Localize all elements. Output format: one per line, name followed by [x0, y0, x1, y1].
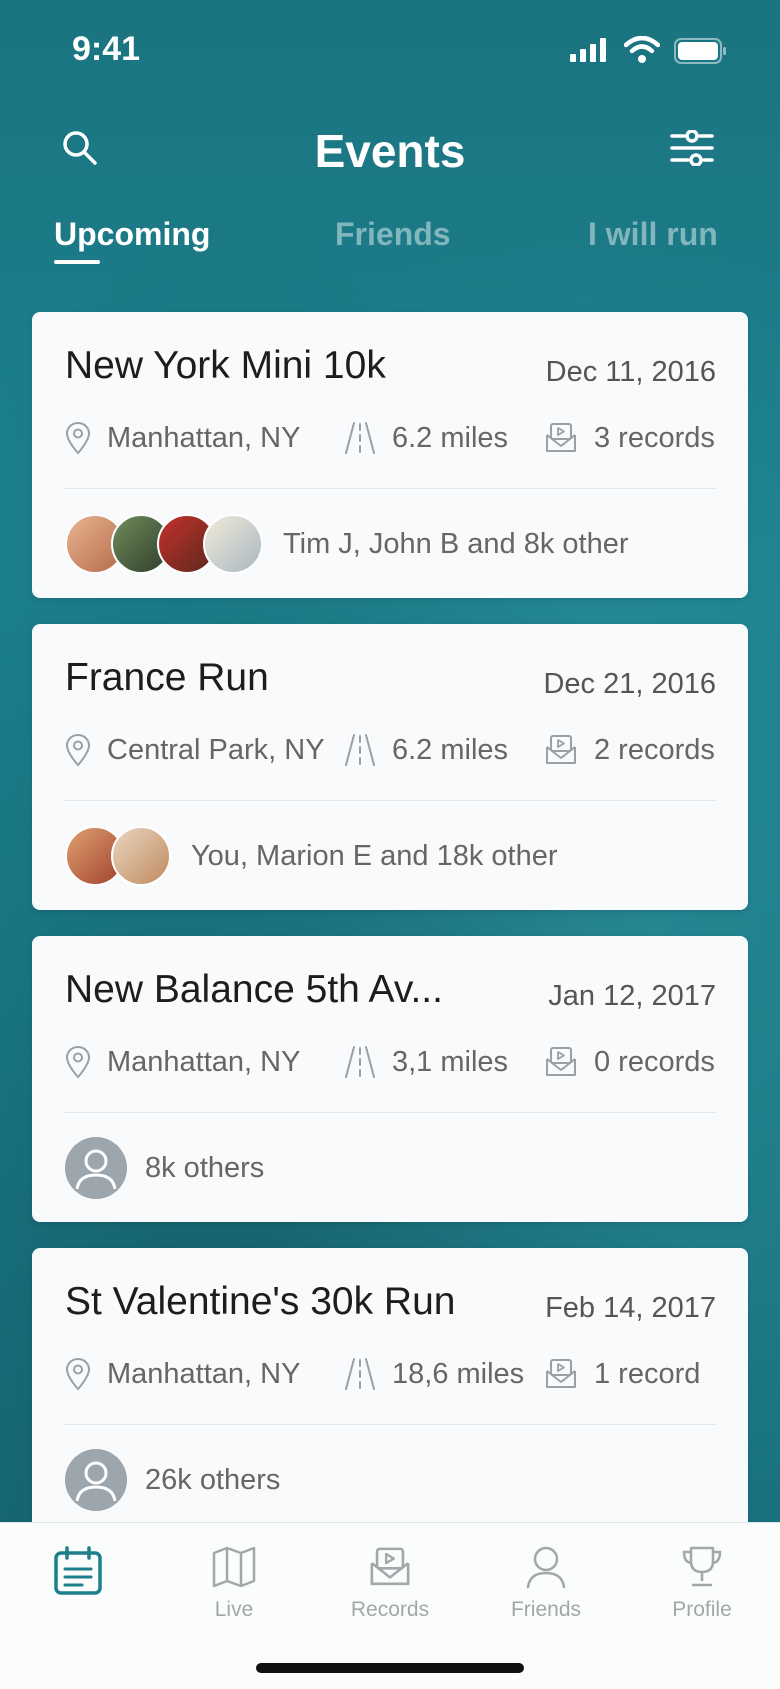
- divider: [65, 488, 716, 489]
- event-records: 3 records: [544, 416, 715, 460]
- event-name: France Run: [65, 656, 269, 699]
- person-icon: [526, 1546, 566, 1589]
- event-records: 1 record: [544, 1352, 700, 1396]
- records-icon: [546, 1047, 576, 1076]
- event-card[interactable]: New York Mini 10k Dec 11, 2016 Manhattan…: [32, 312, 748, 598]
- filter-button[interactable]: [662, 118, 722, 178]
- nav-header: Events: [0, 110, 780, 190]
- location-pin-icon: [66, 422, 90, 454]
- event-location: Manhattan, NY: [65, 416, 300, 460]
- event-card[interactable]: St Valentine's 30k Run Feb 14, 2017 Manh…: [32, 1248, 748, 1534]
- tabbar-label: Profile: [672, 1598, 732, 1621]
- event-location-text: Central Park, NY: [107, 733, 325, 766]
- road-icon: [345, 734, 375, 766]
- attendees-row[interactable]: Tim J, John B and 8k other: [65, 512, 628, 576]
- records-icon: [546, 423, 576, 452]
- cellular-signal-icon: [570, 38, 606, 62]
- divider: [65, 800, 716, 801]
- tabbar-label: Records: [350, 1598, 430, 1621]
- event-distance: 6.2 miles: [344, 416, 508, 460]
- attendees-text: 26k others: [145, 1463, 281, 1496]
- battery-icon: [674, 38, 726, 64]
- wifi-icon: [624, 36, 660, 63]
- event-location-text: Manhattan, NY: [107, 1045, 301, 1078]
- event-name: New York Mini 10k: [65, 344, 386, 387]
- filter-sliders-icon: [670, 130, 714, 166]
- event-location: Manhattan, NY: [65, 1352, 300, 1396]
- person-silhouette-icon: [75, 1461, 117, 1503]
- bottom-tab-bar: Live Records Friends Profile: [0, 1522, 780, 1689]
- segment-tabs: Upcoming Friends I will run: [0, 210, 780, 270]
- person-silhouette-icon: [75, 1149, 117, 1191]
- event-records: 2 records: [544, 728, 715, 772]
- avatar-placeholder: [65, 1137, 127, 1199]
- event-distance: 3,1 miles: [344, 1040, 508, 1084]
- home-indicator: [256, 1663, 524, 1673]
- attendees-text: 8k others: [145, 1151, 265, 1184]
- avatar-placeholder: [65, 1449, 127, 1511]
- event-distance-text: 18,6 miles: [392, 1357, 525, 1390]
- avatar: [203, 514, 263, 574]
- divider: [65, 1424, 716, 1425]
- tab-friends[interactable]: Friends: [335, 216, 451, 253]
- avatar: [111, 826, 171, 886]
- attendees-row[interactable]: You, Marion E and 18k other: [65, 824, 558, 888]
- event-records-text: 0 records: [594, 1045, 715, 1078]
- attendees-row[interactable]: 26k others: [65, 1448, 280, 1512]
- tabbar-label: Live: [214, 1598, 254, 1621]
- location-pin-icon: [66, 1046, 90, 1078]
- tabbar-item-friends[interactable]: Friends: [476, 1545, 616, 1622]
- records-icon: [546, 735, 576, 764]
- records-icon: [546, 1359, 576, 1388]
- active-tab-underline: [54, 260, 100, 264]
- event-card[interactable]: New Balance 5th Av... Jan 12, 2017 Manha…: [32, 936, 748, 1222]
- event-name: St Valentine's 30k Run: [65, 1280, 456, 1323]
- tabbar-item-profile[interactable]: Profile: [632, 1545, 772, 1622]
- road-icon: [345, 1358, 375, 1390]
- event-records-text: 3 records: [594, 421, 715, 454]
- road-icon: [345, 1046, 375, 1078]
- event-records-text: 1 record: [594, 1357, 701, 1390]
- tabbar-label: Friends: [510, 1598, 582, 1621]
- event-records-text: 2 records: [594, 733, 715, 766]
- event-location: Central Park, NY: [65, 728, 325, 772]
- event-distance-text: 6.2 miles: [392, 733, 509, 766]
- status-bar: 9:41: [0, 0, 780, 100]
- event-distance-text: 6.2 miles: [392, 421, 509, 454]
- event-date: Jan 12, 2017: [548, 980, 716, 1012]
- records-icon: [370, 1547, 410, 1586]
- event-distance: 6.2 miles: [344, 728, 508, 772]
- event-distance: 18,6 miles: [344, 1352, 524, 1396]
- calendar-icon: [54, 1546, 102, 1595]
- trophy-icon: [682, 1546, 722, 1587]
- divider: [65, 1112, 716, 1113]
- tabbar-item-live[interactable]: Live: [164, 1545, 304, 1622]
- attendees-row[interactable]: 8k others: [65, 1136, 264, 1200]
- tabbar-item-events[interactable]: [8, 1545, 148, 1606]
- event-name: New Balance 5th Av...: [65, 968, 443, 1011]
- event-date: Dec 21, 2016: [543, 668, 716, 700]
- event-distance-text: 3,1 miles: [392, 1045, 509, 1078]
- event-date: Feb 14, 2017: [545, 1292, 716, 1324]
- event-location-text: Manhattan, NY: [107, 1357, 301, 1390]
- location-pin-icon: [66, 734, 90, 766]
- event-location-text: Manhattan, NY: [107, 421, 301, 454]
- road-icon: [345, 422, 375, 454]
- event-records: 0 records: [544, 1040, 715, 1084]
- attendees-text: Tim J, John B and 8k other: [283, 527, 629, 560]
- attendees-text: You, Marion E and 18k other: [191, 839, 558, 872]
- event-card[interactable]: France Run Dec 21, 2016 Central Park, NY…: [32, 624, 748, 910]
- tabbar-item-records[interactable]: Records: [320, 1545, 460, 1622]
- tab-upcoming[interactable]: Upcoming: [54, 216, 210, 253]
- status-time: 9:41: [72, 30, 141, 68]
- map-icon: [212, 1546, 256, 1588]
- event-location: Manhattan, NY: [65, 1040, 300, 1084]
- location-pin-icon: [66, 1358, 90, 1390]
- tab-i-will-run[interactable]: I will run: [588, 216, 718, 253]
- event-date: Dec 11, 2016: [545, 356, 716, 388]
